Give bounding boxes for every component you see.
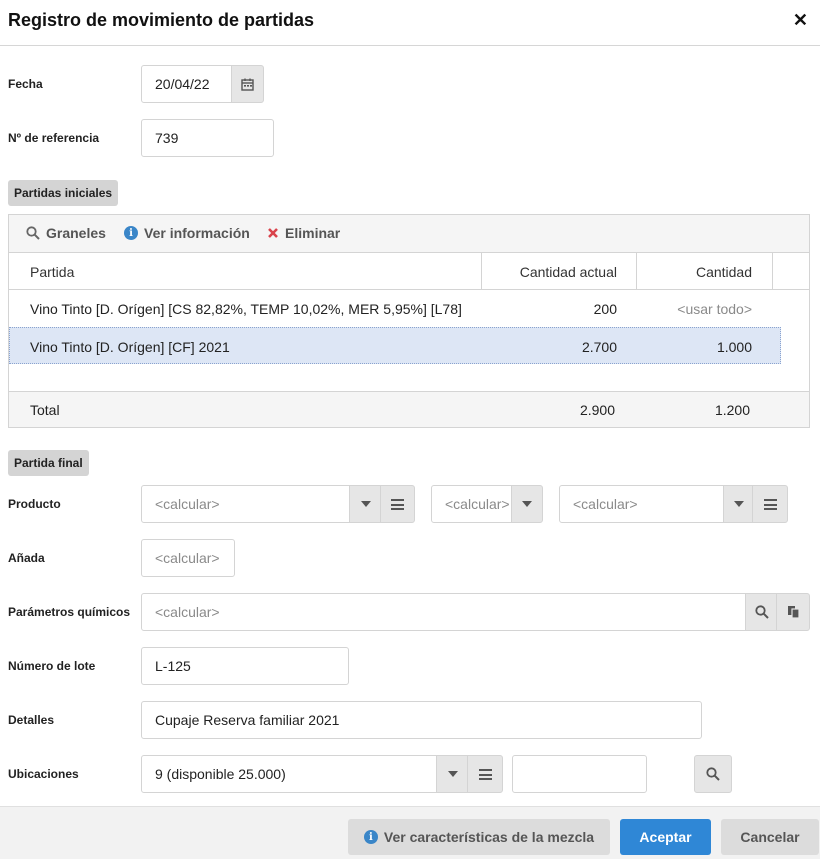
row-cantidad-actual: 2.700: [581, 338, 617, 355]
producto-list-button-1[interactable]: [380, 485, 415, 523]
row-cantidad[interactable]: <usar todo>: [636, 290, 752, 327]
dialog-title: Registro de movimiento de partidas: [8, 10, 315, 30]
anada-label: Añada: [8, 551, 45, 565]
col-partida[interactable]: Partida: [30, 253, 74, 290]
ubicaciones-search-button[interactable]: [694, 755, 732, 793]
detalles-input[interactable]: Cupaje Reserva familiar 2021: [141, 701, 702, 739]
lote-label: Número de lote: [8, 659, 96, 673]
search-icon: [706, 767, 720, 781]
ubicaciones-label: Ubicaciones: [8, 767, 79, 781]
table-row[interactable]: Vino Tinto [D. Orígen] [CS 82,82%, TEMP …: [9, 290, 781, 327]
producto-field-2[interactable]: <calcular>: [431, 485, 513, 523]
detalles-label: Detalles: [8, 713, 55, 727]
ubicaciones-select[interactable]: 9 (disponible 25.000): [141, 755, 438, 793]
table-total-row: Total 2.900 1.200: [9, 391, 809, 427]
chevron-down-icon: [522, 501, 532, 507]
total-label: Total: [30, 402, 60, 418]
row-partida: Vino Tinto [D. Orígen] [CF] 2021: [30, 338, 230, 355]
producto-field-3[interactable]: <calcular>: [559, 485, 725, 523]
producto-list-button-3[interactable]: [752, 485, 788, 523]
total-cantidad-actual: 2.900: [579, 402, 615, 418]
fecha-input[interactable]: 20/04/22: [141, 65, 233, 103]
anada-input[interactable]: <calcular>: [141, 539, 235, 577]
list-icon: [763, 498, 777, 510]
copy-icon: [787, 606, 800, 619]
partidas-toolbar: Graneles i Ver información Eliminar: [9, 215, 809, 253]
calendar-icon: [241, 78, 254, 91]
eliminar-button[interactable]: Eliminar: [267, 225, 340, 241]
parametros-input[interactable]: <calcular>: [141, 593, 747, 631]
ubicaciones-list-button[interactable]: [467, 755, 503, 793]
ver-caracteristicas-label: Ver características de la mezcla: [383, 829, 595, 845]
referencia-input[interactable]: 739: [141, 119, 274, 157]
table-header: Partida Cantidad actual Cantidad: [9, 253, 809, 290]
ubicaciones-dropdown[interactable]: [436, 755, 469, 793]
search-icon: [26, 226, 40, 240]
chevron-down-icon: [733, 501, 744, 507]
producto-dropdown-1[interactable]: [349, 485, 382, 523]
close-icon[interactable]: ✕: [793, 10, 808, 31]
graneles-button[interactable]: Graneles: [26, 225, 106, 241]
parametros-label: Parámetros químicos: [8, 605, 131, 619]
partidas-iniciales-tag: Partidas iniciales: [8, 180, 119, 206]
ver-caracteristicas-button[interactable]: i Ver características de la mezcla: [348, 819, 610, 855]
parametros-copy-button[interactable]: [776, 593, 810, 631]
search-icon: [754, 605, 769, 619]
total-cantidad: 1.200: [714, 402, 750, 418]
list-icon: [478, 768, 492, 780]
ver-informacion-button[interactable]: i Ver información: [124, 225, 250, 241]
row-partida: Vino Tinto [D. Orígen] [CS 82,82%, TEMP …: [30, 300, 462, 317]
col-cantidad[interactable]: Cantidad: [636, 253, 752, 290]
lote-input[interactable]: L-125: [141, 647, 349, 685]
col-cantidad-actual[interactable]: Cantidad actual: [481, 253, 617, 290]
referencia-label: Nº de referencia: [8, 131, 100, 145]
chevron-down-icon: [360, 501, 371, 507]
row-cantidad[interactable]: 1.000: [636, 328, 752, 365]
dialog-footer: i Ver características de la mezcla Acept…: [0, 806, 820, 859]
chevron-down-icon: [447, 771, 458, 777]
fecha-label: Fecha: [8, 77, 43, 91]
cancelar-button[interactable]: Cancelar: [721, 819, 819, 855]
graneles-label: Graneles: [46, 225, 106, 241]
producto-dropdown-2[interactable]: [511, 485, 543, 523]
partidas-iniciales-panel: Graneles i Ver información Eliminar Part…: [8, 214, 810, 428]
producto-label: Producto: [8, 497, 61, 511]
partida-final-tag: Partida final: [8, 450, 89, 476]
producto-dropdown-3[interactable]: [723, 485, 754, 523]
calendar-button[interactable]: [231, 65, 264, 103]
dialog-header: Registro de movimiento de partidas ✕: [0, 0, 820, 46]
ver-informacion-label: Ver información: [144, 225, 250, 241]
info-icon: i: [363, 830, 378, 844]
list-icon: [391, 498, 404, 510]
table-row[interactable]: Vino Tinto [D. Orígen] [CF] 2021 2.700 1…: [9, 327, 781, 364]
eliminar-label: Eliminar: [285, 225, 341, 241]
delete-x-icon: [268, 228, 278, 238]
aceptar-button[interactable]: Aceptar: [620, 819, 711, 855]
row-cantidad-actual: 200: [593, 300, 617, 317]
producto-field-1[interactable]: <calcular>: [141, 485, 351, 523]
parametros-search-button[interactable]: [745, 593, 778, 631]
ubicaciones-extra-input[interactable]: [512, 755, 647, 793]
info-icon: i: [124, 226, 138, 240]
